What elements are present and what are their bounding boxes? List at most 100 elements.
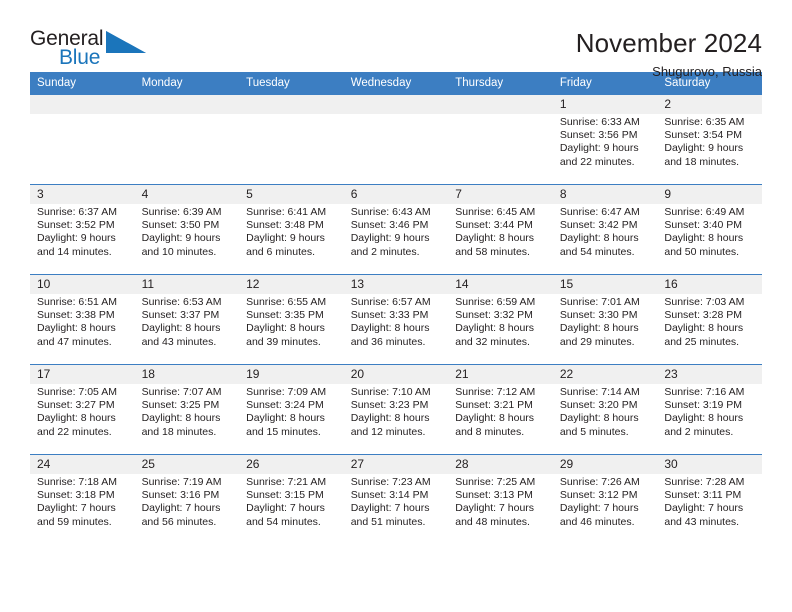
day-number: 8 <box>552 185 658 204</box>
day-info-sunset: Sunset: 3:48 PM <box>246 219 324 232</box>
day-info-sunrise: Sunrise: 7:05 AM <box>37 386 117 398</box>
calendar-day-cell[interactable]: 11 Sunrise: 6:53 AM Sunset: 3:37 PM Dayligh… <box>134 274 240 365</box>
day-info-daylight1: Daylight: 9 hours <box>350 232 430 245</box>
day-info-sunset: Sunset: 3:14 PM <box>350 489 429 502</box>
calendar-day-cell <box>448 94 553 185</box>
day-cell-content: 6 Sunrise: 6:43 AM Sunset: 3:46 PM Daylight… <box>343 185 449 274</box>
calendar-day-cell[interactable]: 12 Sunrise: 6:55 AM Sunset: 3:35 PM Dayligh… <box>239 274 344 365</box>
day-info-sunrise: Sunrise: 6:39 AM <box>141 206 222 218</box>
day-info-daylight1: Daylight: 8 hours <box>455 322 535 335</box>
day-number: 12 <box>239 275 344 294</box>
day-cell-content: 12 Sunrise: 6:55 AM Sunset: 3:35 PM Dayligh… <box>239 275 344 364</box>
day-info-daylight1: Daylight: 7 hours <box>559 502 639 515</box>
day-info-daylight1: Daylight: 9 hours <box>141 232 221 245</box>
day-cell-content: 2 Sunrise: 6:35 AM Sunset: 3:54 PM Daylight… <box>657 95 762 184</box>
day-info-sunrise: Sunrise: 6:37 AM <box>37 206 117 218</box>
day-cell-content: 13 Sunrise: 6:57 AM Sunset: 3:33 PM Dayligh… <box>343 275 449 364</box>
day-info-daylight2: and 43 minutes. <box>664 515 740 528</box>
calendar-day-cell[interactable]: 21 Sunrise: 7:12 AM Sunset: 3:21 PM Dayligh… <box>448 364 553 455</box>
day-info-daylight2: and 51 minutes. <box>350 515 426 528</box>
calendar-day-cell[interactable]: 18 Sunrise: 7:07 AM Sunset: 3:25 PM Dayligh… <box>134 364 240 455</box>
day-info-sunrise: Sunrise: 6:53 AM <box>141 296 222 308</box>
day-info-sunset: Sunset: 3:40 PM <box>664 219 743 232</box>
day-number: 10 <box>30 275 135 294</box>
calendar-day-cell[interactable]: 24 Sunrise: 7:18 AM Sunset: 3:18 PM Dayligh… <box>30 454 135 545</box>
calendar-day-cell[interactable]: 20 Sunrise: 7:10 AM Sunset: 3:23 PM Dayligh… <box>343 364 449 455</box>
calendar-day-cell[interactable]: 19 Sunrise: 7:09 AM Sunset: 3:24 PM Dayligh… <box>239 364 344 455</box>
day-number: 15 <box>552 275 658 294</box>
day-info-daylight2: and 58 minutes. <box>455 245 530 258</box>
calendar-day-cell[interactable]: 25 Sunrise: 7:19 AM Sunset: 3:16 PM Dayligh… <box>134 454 240 545</box>
calendar-day-cell[interactable]: 13 Sunrise: 6:57 AM Sunset: 3:33 PM Dayligh… <box>343 274 449 365</box>
calendar-day-cell[interactable]: 3 Sunrise: 6:37 AM Sunset: 3:52 PM Daylight… <box>30 184 135 275</box>
calendar-week-row: 24 Sunrise: 7:18 AM Sunset: 3:18 PM Dayligh… <box>30 454 762 545</box>
calendar-day-cell <box>239 94 344 185</box>
day-info-sunset: Sunset: 3:18 PM <box>37 489 115 502</box>
day-sun-info: Sunrise: 6:47 AM Sunset: 3:42 PM Daylight:… <box>553 204 658 259</box>
calendar-day-cell[interactable]: 1 Sunrise: 6:33 AM Sunset: 3:56 PM Daylight… <box>552 94 658 185</box>
day-info-daylight1: Daylight: 8 hours <box>350 412 430 425</box>
weekday-header-sunday: Sunday <box>30 72 135 95</box>
calendar-day-cell[interactable]: 28 Sunrise: 7:25 AM Sunset: 3:13 PM Dayligh… <box>448 454 553 545</box>
day-cell-content: 5 Sunrise: 6:41 AM Sunset: 3:48 PM Daylight… <box>239 185 344 274</box>
day-info-daylight1: Daylight: 8 hours <box>455 412 535 425</box>
day-info-sunset: Sunset: 3:38 PM <box>37 309 115 322</box>
day-number: 25 <box>134 455 240 474</box>
day-sun-info: Sunrise: 6:33 AM Sunset: 3:56 PM Daylight:… <box>553 114 658 169</box>
day-sun-info: Sunrise: 7:18 AM Sunset: 3:18 PM Daylight:… <box>30 474 135 529</box>
day-sun-info: Sunrise: 6:51 AM Sunset: 3:38 PM Daylight:… <box>30 294 135 349</box>
calendar-day-cell[interactable]: 22 Sunrise: 7:14 AM Sunset: 3:20 PM Dayligh… <box>552 364 658 455</box>
calendar-table: Sunday Monday Tuesday Wednesday Thursday… <box>30 72 762 545</box>
calendar-day-cell[interactable]: 17 Sunrise: 7:05 AM Sunset: 3:27 PM Dayligh… <box>30 364 135 455</box>
day-sun-info: Sunrise: 7:14 AM Sunset: 3:20 PM Daylight:… <box>553 384 658 439</box>
day-info-daylight2: and 50 minutes. <box>664 245 740 258</box>
calendar-day-cell[interactable]: 9 Sunrise: 6:49 AM Sunset: 3:40 PM Daylight… <box>657 184 762 275</box>
day-number: 18 <box>134 365 240 384</box>
day-number: 19 <box>239 365 344 384</box>
day-info-sunset: Sunset: 3:20 PM <box>559 399 638 412</box>
day-info-sunset: Sunset: 3:30 PM <box>559 309 638 322</box>
day-info-sunset: Sunset: 3:28 PM <box>664 309 743 322</box>
day-sun-info: Sunrise: 7:19 AM Sunset: 3:16 PM Daylight:… <box>135 474 240 529</box>
calendar-day-cell[interactable]: 4 Sunrise: 6:39 AM Sunset: 3:50 PM Daylight… <box>134 184 240 275</box>
day-sun-info: Sunrise: 7:26 AM Sunset: 3:12 PM Daylight:… <box>553 474 658 529</box>
day-cell-content: 3 Sunrise: 6:37 AM Sunset: 3:52 PM Daylight… <box>30 185 135 274</box>
day-info-daylight1: Daylight: 8 hours <box>664 232 744 245</box>
calendar-day-cell[interactable]: 27 Sunrise: 7:23 AM Sunset: 3:14 PM Dayligh… <box>343 454 449 545</box>
calendar-day-cell[interactable]: 15 Sunrise: 7:01 AM Sunset: 3:30 PM Dayligh… <box>552 274 658 365</box>
day-info-sunset: Sunset: 3:46 PM <box>350 219 429 232</box>
day-info-sunrise: Sunrise: 6:45 AM <box>455 206 536 218</box>
calendar-day-cell[interactable]: 5 Sunrise: 6:41 AM Sunset: 3:48 PM Daylight… <box>239 184 344 275</box>
day-info-daylight1: Daylight: 8 hours <box>559 412 639 425</box>
calendar-day-cell[interactable]: 8 Sunrise: 6:47 AM Sunset: 3:42 PM Daylight… <box>552 184 658 275</box>
day-cell-content: 11 Sunrise: 6:53 AM Sunset: 3:37 PM Dayligh… <box>134 275 240 364</box>
calendar-day-cell[interactable]: 26 Sunrise: 7:21 AM Sunset: 3:15 PM Dayligh… <box>239 454 344 545</box>
day-info-sunset: Sunset: 3:21 PM <box>455 399 533 412</box>
day-sun-info: Sunrise: 6:59 AM Sunset: 3:32 PM Daylight:… <box>448 294 553 349</box>
day-info-daylight2: and 8 minutes. <box>455 425 525 438</box>
day-cell-content: 21 Sunrise: 7:12 AM Sunset: 3:21 PM Dayligh… <box>448 365 553 454</box>
calendar-day-cell[interactable]: 16 Sunrise: 7:03 AM Sunset: 3:28 PM Dayligh… <box>657 274 762 365</box>
calendar-day-cell[interactable]: 6 Sunrise: 6:43 AM Sunset: 3:46 PM Daylight… <box>343 184 449 275</box>
calendar-day-cell[interactable]: 7 Sunrise: 6:45 AM Sunset: 3:44 PM Daylight… <box>448 184 553 275</box>
day-info-daylight1: Daylight: 8 hours <box>37 322 116 335</box>
day-info-sunrise: Sunrise: 6:41 AM <box>246 206 327 218</box>
calendar-day-cell[interactable]: 14 Sunrise: 6:59 AM Sunset: 3:32 PM Dayligh… <box>448 274 553 365</box>
calendar-day-cell[interactable]: 23 Sunrise: 7:16 AM Sunset: 3:19 PM Dayligh… <box>657 364 762 455</box>
calendar-day-cell[interactable]: 2 Sunrise: 6:35 AM Sunset: 3:54 PM Daylight… <box>657 94 762 185</box>
day-sun-info: Sunrise: 7:12 AM Sunset: 3:21 PM Daylight:… <box>448 384 553 439</box>
day-number <box>343 95 449 114</box>
calendar-day-cell[interactable]: 29 Sunrise: 7:26 AM Sunset: 3:12 PM Dayligh… <box>552 454 658 545</box>
day-info-daylight1: Daylight: 9 hours <box>37 232 116 245</box>
calendar-day-cell[interactable]: 10 Sunrise: 6:51 AM Sunset: 3:38 PM Dayligh… <box>30 274 135 365</box>
day-number: 2 <box>657 95 762 114</box>
day-info-sunrise: Sunrise: 6:57 AM <box>350 296 431 308</box>
day-sun-info: Sunrise: 6:45 AM Sunset: 3:44 PM Daylight:… <box>448 204 553 259</box>
day-sun-info: Sunrise: 6:49 AM Sunset: 3:40 PM Daylight:… <box>657 204 762 259</box>
day-cell-content: 25 Sunrise: 7:19 AM Sunset: 3:16 PM Dayligh… <box>134 455 240 545</box>
general-blue-logo[interactable]: General Blue <box>30 28 150 74</box>
calendar-day-cell[interactable]: 30 Sunrise: 7:28 AM Sunset: 3:11 PM Dayligh… <box>657 454 762 545</box>
day-info-sunset: Sunset: 3:37 PM <box>141 309 220 322</box>
day-number: 7 <box>448 185 553 204</box>
day-number: 28 <box>448 455 553 474</box>
